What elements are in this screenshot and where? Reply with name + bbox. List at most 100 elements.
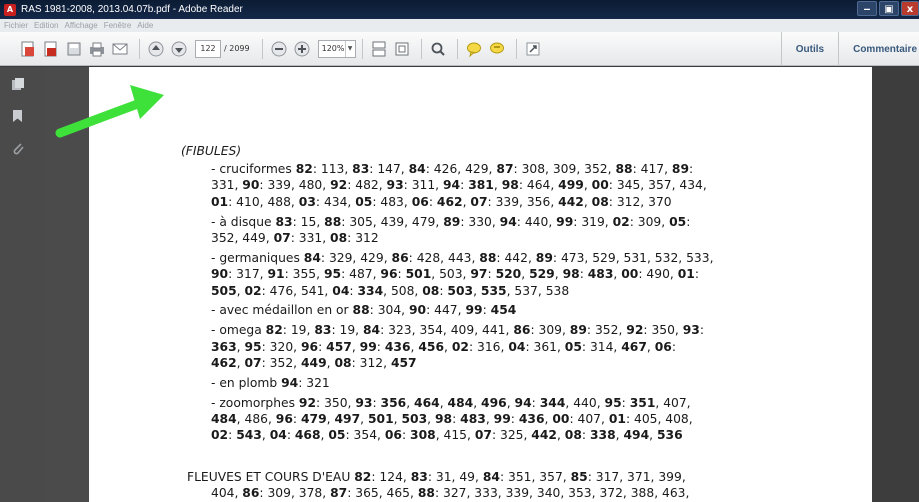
- page-ref-text: : 321: [298, 375, 330, 390]
- bookmarks-icon[interactable]: [11, 109, 25, 123]
- scrollbar[interactable]: [872, 67, 919, 502]
- volume-number: 483: [460, 412, 486, 426]
- page-number-input[interactable]: 122: [195, 39, 221, 58]
- page-ref-text: , 407,: [655, 395, 691, 410]
- page-ref-text: : 304,: [369, 303, 409, 318]
- page-ref-text: ,: [583, 178, 592, 193]
- volume-number: 543: [236, 428, 262, 443]
- page-ref-text: : 490,: [638, 267, 678, 282]
- page-ref-text: ,: [649, 428, 657, 443]
- create-pdf-button[interactable]: [18, 39, 38, 59]
- highlight-button[interactable]: [487, 39, 507, 59]
- page-ref-text: :: [397, 267, 406, 282]
- volume-number: 08: [334, 356, 352, 370]
- menu-bar: Fichier Edition Affichage Fenêtre Aide: [0, 19, 919, 32]
- page-thumbnails-icon[interactable]: [11, 77, 25, 91]
- zoom-out-button[interactable]: [269, 39, 289, 59]
- page-ref-text: : 351, 357,: [499, 470, 571, 484]
- print-button[interactable]: [87, 39, 107, 59]
- page-ref-text: ,: [427, 412, 435, 426]
- menu-fichier[interactable]: Fichier: [4, 21, 28, 30]
- volume-number: 04: [508, 339, 526, 354]
- highlight-bubble-icon: [489, 42, 504, 53]
- page-ref-text: ,: [236, 356, 245, 370]
- open-button[interactable]: [41, 39, 61, 59]
- minimize-button[interactable]: ‒: [857, 1, 877, 16]
- page-ref-text: ,: [556, 428, 565, 443]
- volume-number: 96: [275, 412, 293, 426]
- volume-number: 351: [629, 395, 656, 410]
- expand-icon: [526, 42, 540, 55]
- volume-number: 82: [295, 162, 313, 176]
- page-ref-text: : 15,: [292, 214, 325, 229]
- page-ref-text: 331,: [211, 178, 243, 193]
- volume-number: 05: [355, 194, 373, 209]
- volume-number: 484: [447, 395, 474, 410]
- page-ref-text: , 508,: [383, 283, 423, 298]
- minus-icon: [271, 41, 287, 56]
- volume-number: 08: [591, 194, 609, 209]
- volume-number: 462: [211, 356, 237, 370]
- attachment-icon[interactable]: [11, 141, 25, 155]
- page-ref-text: : 482,: [347, 178, 387, 193]
- volume-number: 529: [529, 267, 555, 282]
- index-entry-line: 404, 86: 309, 378, 87: 365, 465, 88: 327…: [211, 485, 689, 501]
- volume-number: 501: [405, 267, 432, 282]
- page-ref-text: - zoomorphes: [211, 395, 299, 410]
- save-button[interactable]: [64, 39, 84, 59]
- fit-page-button[interactable]: [392, 39, 412, 59]
- previous-page-button[interactable]: [146, 39, 166, 59]
- volume-number: 03: [298, 194, 316, 209]
- tools-button[interactable]: Outils: [782, 44, 838, 55]
- page-ref-text: : 345, 357, 434,: [608, 178, 707, 193]
- page-ref-text: , 537, 538: [506, 283, 570, 298]
- zoom-in-button[interactable]: [292, 39, 312, 59]
- volume-number: 86: [242, 486, 260, 501]
- volume-number: 479: [300, 412, 327, 426]
- maximize-button[interactable]: ▣: [879, 1, 899, 16]
- page-ref-text: FLEUVES ET COURS D'EAU: [187, 470, 355, 484]
- volume-number: 87: [496, 162, 514, 176]
- envelope-icon: [112, 43, 128, 54]
- page-ref-text: :: [428, 194, 437, 209]
- volume-number: 457: [326, 339, 352, 354]
- page-ref-text: : 305, 439, 479,: [341, 214, 444, 229]
- volume-number: 449: [300, 356, 327, 370]
- comment-pane-button[interactable]: Commentaire: [839, 44, 919, 55]
- volume-number: 499: [558, 178, 584, 193]
- volume-number: 467: [621, 339, 647, 354]
- index-entry-line: 90: 317, 91: 355, 95: 487, 96: 501, 503,…: [211, 266, 699, 282]
- zoom-select[interactable]: 120% ▼: [317, 39, 356, 58]
- email-button[interactable]: [110, 39, 130, 59]
- menu-edition[interactable]: Edition: [34, 21, 58, 30]
- page-ref-text: ,: [406, 395, 415, 410]
- page-ref-text: : 19,: [331, 323, 363, 338]
- close-button[interactable]: x: [901, 1, 919, 16]
- menu-fenetre[interactable]: Fenêtre: [104, 21, 132, 30]
- menu-aide[interactable]: Aide: [137, 21, 153, 30]
- menu-affichage[interactable]: Affichage: [64, 21, 97, 30]
- page-ref-text: :: [460, 178, 469, 193]
- toolbar-separator: [261, 38, 263, 59]
- page-ref-text: , 440,: [565, 395, 605, 410]
- page-ref-text: :: [686, 214, 691, 229]
- volume-number: 497: [334, 412, 361, 426]
- find-button[interactable]: [428, 39, 448, 59]
- speech-bubble-icon: [466, 42, 481, 57]
- scroll-mode-button[interactable]: [369, 39, 389, 59]
- index-entry-line: 02: 543, 04: 468, 05: 354, 06: 308, 415,…: [211, 427, 683, 443]
- toolbar-separator: [420, 38, 422, 59]
- page-ref-text: :: [286, 428, 295, 443]
- volume-number: 04: [332, 283, 350, 298]
- page-ref-text: ,: [261, 428, 270, 443]
- next-page-button[interactable]: [169, 39, 189, 59]
- page-ref-text: : 309,: [530, 323, 570, 338]
- page-ref-text: ,: [554, 267, 563, 282]
- full-screen-button[interactable]: [523, 39, 543, 59]
- volume-number: 464: [414, 395, 440, 410]
- page-ref-text: : 407,: [569, 412, 609, 426]
- volume-number: 88: [417, 486, 435, 501]
- document-area[interactable]: (FIBULES) - cruciformes 82: 113, 83: 147,…: [45, 67, 919, 502]
- comment-note-button[interactable]: [464, 39, 484, 59]
- volume-number: 92: [298, 395, 317, 410]
